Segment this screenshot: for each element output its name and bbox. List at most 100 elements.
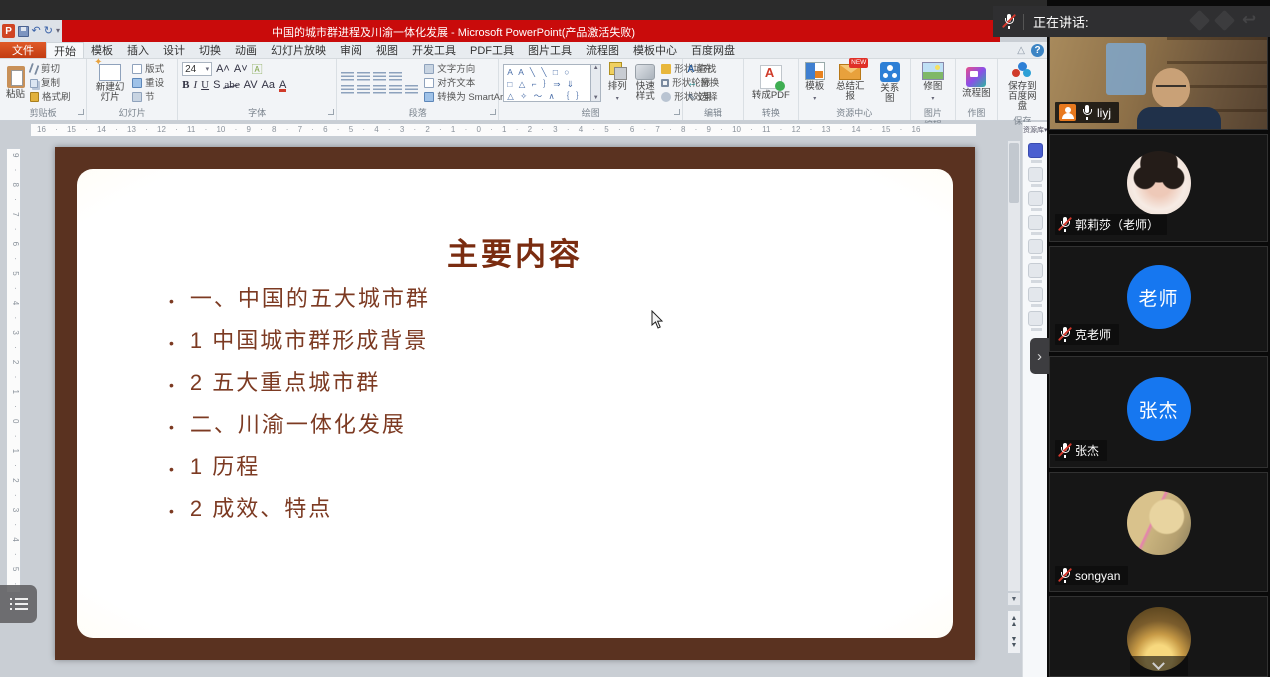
dialog-launcher-icon[interactable] (674, 109, 680, 115)
italic-button[interactable]: I (193, 79, 197, 91)
align-right-icon[interactable] (373, 85, 386, 95)
text-direction-button[interactable]: 文字方向 (424, 63, 506, 76)
muted-mic-icon[interactable] (1003, 14, 1014, 29)
slide-title[interactable]: 主要内容 (77, 229, 953, 274)
slide-bullet-list[interactable]: •一、中国的五大城市群 •1 中国城市群形成背景 •2 五大重点城市群 •二、川… (169, 281, 430, 533)
scroll-more-button[interactable] (1130, 656, 1188, 676)
scroll-down-button[interactable]: ▼ (1007, 592, 1021, 606)
shape-gallery-grid[interactable]: A A ╲ ╲ □ ○ □ △ ⌐ ｝⇒ ⇓ △ ✧ ～ ∧ ｛ ｝ (503, 64, 591, 102)
shrink-font-icon[interactable]: A˅ (234, 63, 248, 75)
align-center-icon[interactable] (357, 85, 370, 95)
convert-pdf-button[interactable]: 转成PDF (750, 64, 792, 102)
tab-template-center[interactable]: 模板中心 (626, 42, 684, 58)
line-spacing-icon[interactable] (389, 72, 402, 82)
redo-icon[interactable]: ↻ (44, 24, 53, 38)
reset-button[interactable]: 重设 (132, 77, 164, 90)
participant-list-button[interactable] (0, 585, 37, 623)
tab-pdf-tools[interactable]: PDF工具 (463, 42, 521, 58)
justify-icon[interactable] (389, 85, 402, 95)
numbering-icon[interactable] (357, 72, 370, 82)
vertical-scrollbar[interactable] (1007, 140, 1021, 592)
bullets-icon[interactable] (341, 72, 354, 82)
find-button[interactable]: A查找 (687, 63, 719, 76)
collapse-ribbon-icon[interactable]: △ (1017, 45, 1025, 56)
flowchart-button[interactable]: 流程图 (960, 66, 993, 100)
slide[interactable]: 主要内容 •一、中国的五大城市群 •1 中国城市群形成背景 •2 五大重点城市群… (55, 147, 975, 660)
save-icon[interactable] (18, 26, 28, 37)
clear-format-icon[interactable]: 🄰 (252, 61, 263, 77)
indent-icon[interactable] (373, 72, 386, 82)
template-button[interactable]: 模板▾ (803, 61, 827, 105)
resource-sidebar-icon[interactable] (1028, 191, 1043, 206)
qat-dropdown-icon[interactable]: ▾ (56, 24, 60, 38)
dialog-launcher-icon[interactable] (78, 109, 84, 115)
help-icon[interactable]: ? (1031, 44, 1044, 57)
participant-tile-guolisha[interactable]: 郭莉莎（老师） (1049, 134, 1268, 242)
resource-sidebar-icon[interactable] (1028, 263, 1043, 278)
tab-picture-tools[interactable]: 图片工具 (521, 42, 579, 58)
resource-sidebar-icon[interactable] (1028, 287, 1043, 302)
grow-font-icon[interactable]: A˄ (216, 63, 230, 75)
tab-view[interactable]: 视图 (369, 42, 405, 58)
tab-file[interactable]: 文件 (0, 42, 46, 58)
dialog-launcher-icon[interactable] (490, 109, 496, 115)
align-left-icon[interactable] (341, 85, 354, 95)
bold-button[interactable]: B (182, 79, 189, 91)
paste-button[interactable]: 粘贴 (4, 65, 27, 101)
replace-button[interactable]: ↔替换 (687, 77, 719, 90)
tab-slideshow[interactable]: 幻灯片放映 (264, 42, 333, 58)
font-color-button[interactable]: A (279, 79, 286, 91)
reply-arrow-icon[interactable]: ↪ (1242, 10, 1256, 30)
arrange-button[interactable]: 排列▾ (605, 61, 629, 105)
tab-flowchart[interactable]: 流程图 (579, 42, 626, 58)
quick-styles-button[interactable]: 快速样式 (633, 63, 657, 103)
tab-design[interactable]: 设计 (156, 42, 192, 58)
tab-template[interactable]: 模板 (84, 42, 120, 58)
tab-review[interactable]: 审阅 (333, 42, 369, 58)
relation-diagram-button[interactable]: 关系图 (874, 61, 906, 105)
section-button[interactable]: 节 (132, 91, 164, 104)
resource-sidebar-icon[interactable] (1028, 311, 1043, 326)
align-text-button[interactable]: 对齐文本 (424, 77, 506, 90)
retouch-button[interactable]: 修图▾ (920, 61, 946, 105)
resource-sidebar-icon[interactable] (1028, 143, 1043, 158)
participant-tile-liyj[interactable]: liyj (1049, 36, 1268, 130)
panel-expand-handle[interactable]: › (1030, 338, 1049, 374)
shape-gallery[interactable]: A A ╲ ╲ □ ○ □ △ ⌐ ｝⇒ ⇓ △ ✧ ～ ∧ ｛ ｝ ▲▼ (503, 64, 601, 102)
resource-sidebar-icon[interactable] (1028, 215, 1043, 230)
flag-icon[interactable] (1189, 9, 1210, 30)
participant-tile-songyan[interactable]: songyan (1049, 472, 1268, 592)
participant-tile-zhangjie[interactable]: 张杰 张杰 (1049, 356, 1268, 468)
change-case-button[interactable]: Aa (262, 79, 275, 91)
font-size-select[interactable]: 24▾ (182, 62, 212, 76)
participant-tile-kelaoshi[interactable]: 老师 克老师 (1049, 246, 1268, 352)
tab-baidu-netdisk[interactable]: 百度网盘 (684, 42, 742, 58)
shape-gallery-scroll[interactable]: ▲▼ (591, 64, 601, 102)
strikethrough-button[interactable]: abc (224, 79, 239, 91)
resource-sidebar-icon[interactable] (1028, 167, 1043, 182)
next-slide-button[interactable]: ▼▼ (1011, 637, 1018, 649)
columns-icon[interactable] (405, 85, 418, 95)
undo-icon[interactable]: ↶ (32, 24, 41, 38)
resource-sidebar-icon[interactable] (1028, 239, 1043, 254)
resource-sidebar-label[interactable]: 资源库▾ (1023, 122, 1047, 135)
tab-developer[interactable]: 开发工具 (405, 42, 463, 58)
previous-slide-button[interactable]: ▲▲ (1011, 616, 1018, 628)
save-baidu-button[interactable]: 保存到百度网盘 (1002, 61, 1043, 113)
tab-home[interactable]: 开始 (46, 42, 84, 58)
tab-transitions[interactable]: 切换 (192, 42, 228, 58)
format-painter-button[interactable]: 格式刷 (30, 91, 71, 104)
cut-button[interactable]: 剪切 (30, 63, 71, 76)
dialog-launcher-icon[interactable] (328, 109, 334, 115)
underline-button[interactable]: U (201, 79, 209, 91)
tab-animations[interactable]: 动画 (228, 42, 264, 58)
tab-insert[interactable]: 插入 (120, 42, 156, 58)
select-button[interactable]: ⇖选择 (687, 91, 719, 104)
smartart-button[interactable]: 转换为 SmartArt (424, 91, 506, 104)
scrollbar-thumb[interactable] (1009, 143, 1019, 203)
participant-tile-partial[interactable] (1049, 596, 1268, 677)
layout-button[interactable]: 版式 (132, 63, 164, 76)
copy-button[interactable]: 复制 (30, 77, 71, 90)
summary-report-button[interactable]: NEW 总结汇报 (830, 63, 871, 103)
flag-icon[interactable] (1214, 9, 1235, 30)
